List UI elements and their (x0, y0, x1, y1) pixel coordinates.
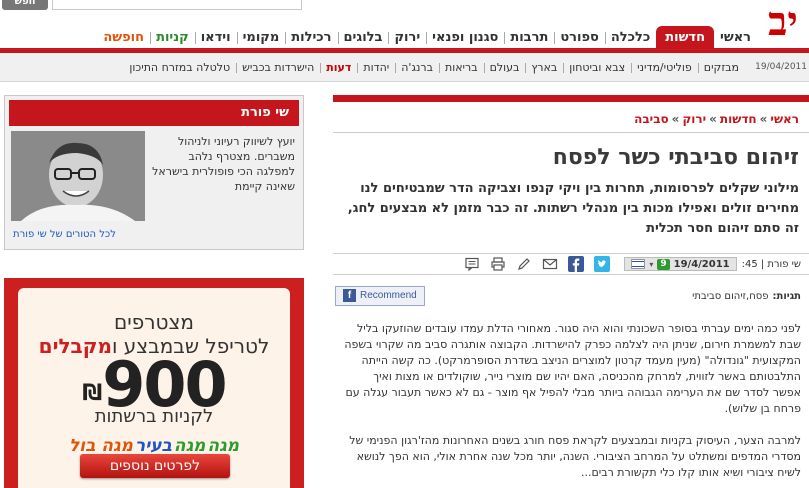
current-date: 19/04/2011 (755, 62, 807, 72)
publish-date[interactable]: 19/4/2011 9 ▾ (624, 257, 737, 271)
nav-item[interactable]: כלכלה (605, 26, 656, 50)
subnav-item[interactable]: בעולם (484, 61, 527, 74)
nav-item[interactable]: קניות (150, 26, 196, 50)
ad-currency: ₪ (82, 381, 102, 406)
breadcrumb-separator: » (709, 112, 717, 126)
facebook-f-icon: f (343, 289, 356, 302)
article-paragraph: למרבה הצער, העיסוק בקניות ובמבצעים לקראת… (349, 434, 801, 479)
article-meta-bar: שי פורת | 45: 19/4/2011 9 ▾ (333, 253, 809, 275)
breadcrumb-item[interactable]: ירוק (682, 112, 706, 126)
subnav-item[interactable]: פוליטי/מדיני (631, 61, 699, 74)
chevron-down-icon: ▾ (649, 259, 654, 269)
twitter-icon[interactable] (594, 256, 611, 272)
nav-item[interactable]: חופשה (97, 26, 151, 50)
tags-row: תגיות: פסח,זיהום סביבתי f Recommend (333, 285, 809, 307)
subnav-item[interactable]: בארץ (525, 61, 565, 74)
article-headline: זיהום סביבתי כשר לפסח (552, 145, 799, 170)
sub-nav: 19/04/2011 מבזקים פוליטי/מדיני צבא וביטחון… (0, 53, 809, 82)
nav-item[interactable]: חדשות (656, 26, 715, 50)
nav-item[interactable]: ראשי (714, 26, 757, 50)
breadcrumb: ראשי»חדשות»ירוק»סביבה (333, 108, 809, 130)
advertisement-banner[interactable]: מצטרפים לטריפל שבמבצע ומקבלים ₪900 לקניו… (4, 278, 304, 488)
author-name[interactable]: שי פורת (767, 259, 801, 270)
breadcrumb-item[interactable]: חדשות (720, 112, 757, 126)
print-icon[interactable] (490, 256, 506, 272)
breadcrumb-separator: » (759, 112, 768, 126)
article-divider (333, 132, 809, 133)
main-nav: ראשי חדשות כלכלה ספורט תרבות סגנון ופנאי ירוק ב… (97, 24, 757, 50)
nav-item[interactable]: ירוק (388, 26, 427, 50)
ad-line-3: לקניות ברשתות (94, 406, 214, 427)
site-logo[interactable]: יב (761, 0, 805, 44)
nav-item[interactable]: בלוגים (338, 26, 390, 50)
article-paragraph: לפני כמה ימים עברתי בסופר השכונתי והוא ה… (344, 322, 801, 415)
ad-brand-logo: בעיר (134, 436, 172, 456)
search-input[interactable] (52, 0, 302, 10)
columnist-all-columns-link[interactable]: לכל הטורים של שי פורת (13, 229, 116, 240)
subnav-item[interactable]: דעות (320, 61, 359, 74)
columnist-bio: יועץ לשיווק רעיוני ולניהול משברים. מצטרף… (152, 135, 295, 193)
tags-label: תגיות: (772, 290, 801, 302)
nav-item[interactable]: רכילות (285, 26, 339, 50)
breadcrumb-separator: » (671, 112, 680, 126)
subnav-item[interactable]: מבזקים (698, 61, 745, 74)
columnist-photo[interactable] (11, 131, 145, 221)
nav-item[interactable]: תרבות (504, 26, 556, 50)
subnav-item[interactable]: טלטלה במזרח התיכון (123, 61, 237, 74)
nav-item[interactable]: וידאו (195, 26, 238, 50)
article-subheadline: מילוני שקלים לפרסומות, תחרות בין ויקי קנ… (347, 181, 799, 236)
tags-value[interactable]: פסח,זיהום סביבתי (692, 291, 768, 302)
nav-item[interactable]: מקומי (237, 26, 286, 50)
nav-item[interactable]: ספורט (554, 26, 606, 50)
breadcrumb-item[interactable]: סביבה (634, 112, 669, 126)
israel-flag-icon (631, 259, 646, 269)
ad-brand-logo: מגה בול (68, 436, 133, 456)
breadcrumb-item[interactable]: ראשי (770, 112, 799, 126)
edit-icon[interactable] (516, 256, 532, 272)
article-top-bar (333, 95, 809, 102)
comment-icon[interactable] (464, 256, 480, 272)
article-body: לפני כמה ימים עברתי בסופר השכונתי והוא ה… (333, 321, 809, 481)
date-badge: 9 (657, 258, 670, 270)
search-button[interactable]: חפש (2, 0, 48, 10)
ad-brand-logo: מגה (173, 436, 206, 456)
ad-brand-logo: מגה (207, 436, 240, 456)
top-strip: חפש (0, 0, 809, 12)
share-icons (464, 256, 611, 272)
subnav-item[interactable]: הישרדות בכביש (236, 61, 322, 74)
columnist-name[interactable]: שי פורת (9, 100, 299, 126)
columnist-box: שי פורת יועץ לשיווק רעיוני ולניהול משברי… (4, 95, 304, 250)
recommend-label: Recommend (360, 289, 417, 301)
nav-item[interactable]: סגנון ופנאי (426, 26, 506, 50)
ad-line-1: מצטרפים (114, 310, 194, 334)
subnav-item[interactable]: יהדות (357, 61, 397, 74)
email-icon[interactable] (542, 256, 558, 272)
publish-time: | 45: (741, 258, 765, 270)
article: ראשי»חדשות»ירוק»סביבה זיהום סביבתי כשר ל… (333, 95, 809, 488)
sub-nav-items: מבזקים פוליטי/מדיני צבא וביטחון בארץ בעולם בר… (123, 53, 745, 82)
subnav-item[interactable]: ברנג'ה (395, 61, 440, 74)
subnav-item[interactable]: צבא וביטחון (563, 61, 632, 74)
facebook-icon[interactable] (568, 256, 585, 272)
date-text: 19/4/2011 (673, 258, 730, 270)
ad-more-details-button[interactable]: לפרטים נוספים (80, 454, 230, 478)
facebook-recommend-button[interactable]: f Recommend (335, 285, 425, 306)
subnav-item[interactable]: בריאות (439, 61, 485, 74)
